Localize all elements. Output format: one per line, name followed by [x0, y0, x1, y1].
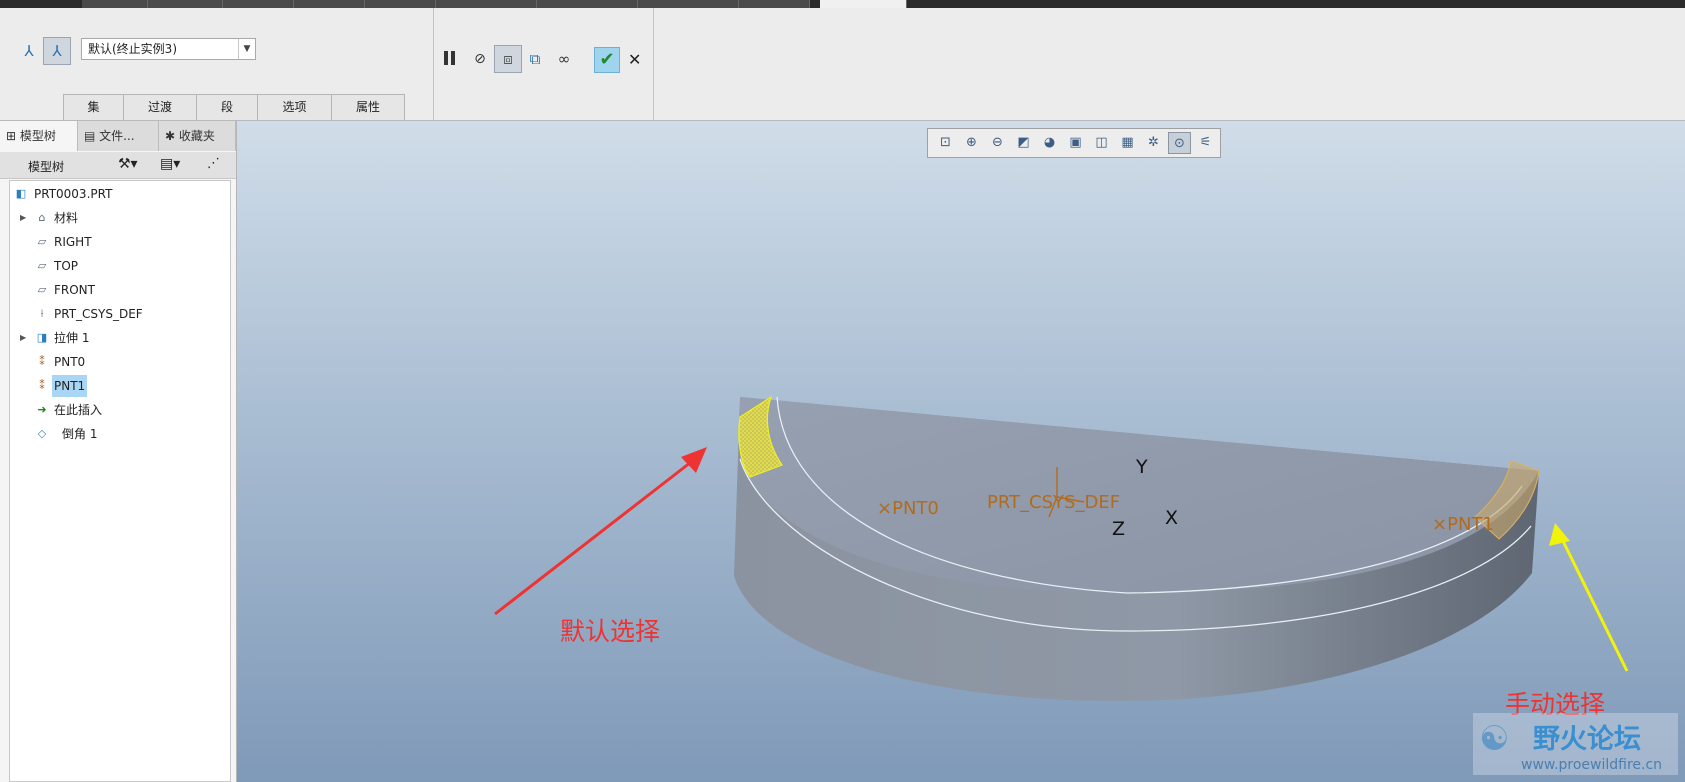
no-preview-icon[interactable]: ⊘	[467, 46, 493, 72]
tab-favorites[interactable]: ✱ 收藏夹	[159, 121, 236, 151]
ribbon-tab[interactable]	[365, 0, 436, 8]
cancel-x-icon[interactable]: ✕	[628, 50, 641, 69]
tree-item-label: 在此插入	[54, 403, 103, 417]
datum-plane-icon: ▱	[37, 235, 47, 248]
ribbon-tab[interactable]	[638, 0, 739, 8]
tab-file-browser[interactable]: ▤ 文件...	[78, 121, 159, 151]
show-icon[interactable]: ⋰	[207, 156, 220, 171]
tree-item-label-selected: PNT1	[52, 375, 88, 397]
material-icon: ⌂	[38, 211, 46, 224]
forum-logo-icon: ☯	[1479, 719, 1510, 759]
dashboard-tabs: 集 过渡 段 选项 属性	[63, 94, 405, 120]
tree-item-label: 拉伸 1	[54, 331, 90, 345]
round-instance-select[interactable]: 默认(终止实例3) ▼	[81, 38, 256, 60]
round-instance-value: 默认(终止实例3)	[88, 42, 177, 56]
expand-arrow-icon[interactable]: ▶	[20, 207, 26, 229]
ribbon-tab[interactable]	[223, 0, 294, 8]
tab-transitions[interactable]: 过渡	[123, 94, 197, 120]
ribbon-tab[interactable]	[436, 0, 537, 8]
part-icon: ◧	[15, 187, 27, 200]
tree-item-label: FRONT	[54, 283, 95, 297]
tab-properties[interactable]: 属性	[331, 94, 405, 120]
annotation-default-select: 默认选择	[560, 617, 661, 646]
extrude-icon: ◨	[36, 331, 48, 344]
geometry-preview-icon[interactable]: ⧈	[494, 45, 522, 73]
divider	[653, 8, 654, 120]
model-scene	[494, 395, 1629, 701]
watermark-title: 野火论坛	[1533, 724, 1641, 755]
point-marker-icon: ×	[877, 498, 893, 519]
round-set-icon[interactable]: ⅄	[16, 38, 42, 64]
tree-item-label: 材料	[54, 211, 79, 225]
pnt0-label: PNT0	[892, 498, 939, 519]
settings-icon[interactable]: ⚒▾	[118, 156, 138, 172]
model-tree-header: 模型树 ⚒▾ ▤▾ ⋰	[0, 152, 236, 179]
axis-z-label: Z	[1112, 518, 1126, 540]
axis-y-label: Y	[1136, 456, 1148, 478]
model-tree-icon: ⊞	[6, 129, 20, 143]
tab-sets[interactable]: 集	[63, 94, 124, 120]
ok-check-icon[interactable]: ✔	[594, 47, 620, 73]
datum-point-pnt1[interactable]: ×PNT1	[1432, 514, 1494, 535]
tab-file-label: 文件...	[99, 129, 135, 143]
tab-options[interactable]: 选项	[257, 94, 332, 120]
glasses-icon[interactable]: ∞	[551, 46, 577, 72]
navigator-tabs: ⊞ 模型树 ▤ 文件... ✱ 收藏夹	[0, 121, 236, 151]
axis-x-label: X	[1165, 507, 1179, 529]
red-annotation-arrow	[494, 447, 707, 616]
chevron-down-icon[interactable]: ▼	[238, 39, 255, 59]
tree-item-label: RIGHT	[54, 235, 92, 249]
tree-item-label: PRT_CSYS_DEF	[54, 307, 143, 321]
folder-icon: ▤	[84, 129, 100, 143]
graphics-window[interactable]: ⊡ ⊕ ⊖ ◩ ◕ ▣ ◫ ▦ ✲ ⊙ ⚟ PRT_CSYS_DEF Y X Z…	[237, 121, 1685, 782]
watermark-url: www.proewildfire.cn	[1521, 757, 1663, 773]
ribbon-tab-active[interactable]	[820, 0, 907, 8]
datum-plane-icon: ▱	[37, 259, 47, 272]
tree-item-label: TOP	[54, 259, 79, 273]
top-tab-strip	[0, 0, 1685, 8]
datum-point-icon: ⁑	[39, 379, 45, 392]
favorites-icon: ✱	[165, 129, 179, 143]
csys-icon: ⟊	[40, 307, 44, 320]
model-tree: ◧ PRT0003.PRT ▶ ⌂ 材料 ▱ RIGHT ▱ TOP ▱ FRONT ⟊ PR…	[9, 180, 231, 782]
tab-model-tree[interactable]: ⊞ 模型树	[0, 121, 78, 151]
datum-point-icon: ⁑	[39, 355, 45, 368]
ribbon-tab[interactable]	[82, 0, 148, 8]
yellow-annotation-arrow	[1549, 523, 1629, 672]
insert-here-icon: ➜	[37, 403, 47, 416]
tree-item-label: PRT0003.PRT	[34, 187, 113, 201]
round-transition-icon[interactable]: ⅄	[43, 37, 71, 65]
csys-label[interactable]: PRT_CSYS_DEF	[987, 492, 1120, 513]
ribbon-tab[interactable]	[739, 0, 810, 8]
ribbon-tab[interactable]	[537, 0, 638, 8]
tab-model-tree-label: 模型树	[19, 129, 56, 143]
tab-favorites-label: 收藏夹	[178, 129, 215, 143]
divider	[433, 8, 434, 120]
ribbon-tab[interactable]	[148, 0, 223, 8]
verify-mode-icon[interactable]: ⧉	[522, 46, 548, 72]
ribbon-tab[interactable]	[294, 0, 365, 8]
model-tree-title: 模型树	[28, 160, 65, 174]
point-marker-icon: ×	[1432, 514, 1448, 535]
tab-pieces[interactable]: 段	[196, 94, 258, 120]
tree-item-label: PNT0	[54, 355, 86, 369]
pause-icon[interactable]	[444, 51, 456, 66]
datum-point-pnt0[interactable]: ×PNT0	[877, 498, 939, 519]
round-feature-icon: ◇	[37, 427, 47, 440]
feature-dashboard: ⅄ ⅄ 默认(终止实例3) ▼ 集 过渡 段 选项 属性 ⊘ ⧈ ⧉ ∞ ✔ ✕	[0, 8, 1685, 121]
tree-filter-icon[interactable]: ▤▾	[160, 156, 180, 172]
watermark: ☯ 野火论坛 www.proewildfire.cn	[1473, 713, 1678, 775]
navigator-panel: ⊞ 模型树 ▤ 文件... ✱ 收藏夹 模型树 ⚒▾ ▤▾ ⋰ ◧ PRT0003…	[0, 121, 237, 782]
pnt1-label: PNT1	[1447, 514, 1494, 535]
expand-arrow-icon[interactable]: ▶	[20, 327, 26, 349]
datum-plane-icon: ▱	[37, 283, 47, 296]
tree-item-label: 倒角 1	[62, 427, 98, 441]
